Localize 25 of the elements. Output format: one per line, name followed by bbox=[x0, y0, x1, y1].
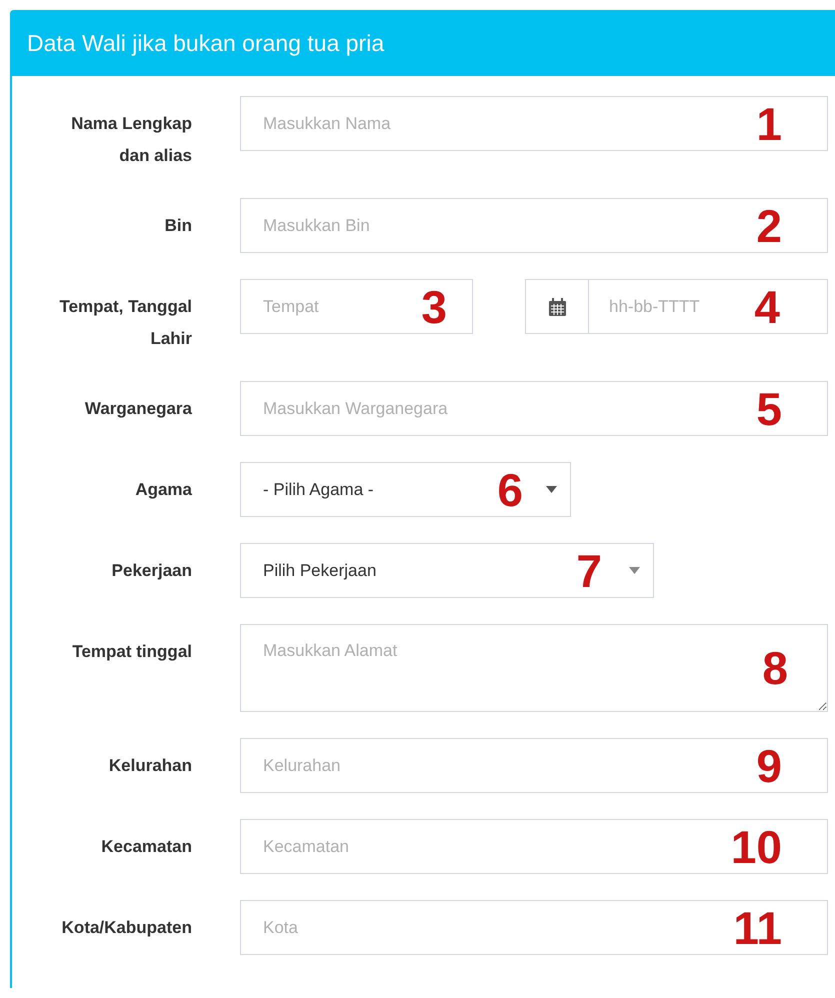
field-label: Kelurahan bbox=[108, 755, 192, 777]
annotation-number: 9 bbox=[756, 742, 782, 788]
field-label: Kecamatan bbox=[101, 836, 192, 858]
annotation-number: 11 bbox=[733, 904, 782, 950]
field-label: Bin bbox=[164, 215, 192, 237]
annotation-number: 5 bbox=[756, 386, 782, 432]
field-label: Tempat, Tanggal Lahir bbox=[58, 296, 192, 350]
field-label: Warganegara bbox=[84, 398, 192, 420]
annotation-number: 7 bbox=[576, 548, 602, 594]
annotation-number: 10 bbox=[730, 824, 782, 870]
field-label: Kota/Kabupaten bbox=[62, 917, 192, 939]
calendar-icon bbox=[548, 298, 566, 316]
field-label: Tempat tinggal bbox=[72, 641, 192, 663]
annotation-number: 2 bbox=[756, 202, 782, 248]
field-label: Agama bbox=[135, 479, 192, 501]
field-label: Nama Lengkap dan alias bbox=[70, 113, 192, 167]
caret-icon bbox=[546, 486, 557, 493]
annotation-number: 6 bbox=[497, 466, 523, 512]
panel-title: Data Wali jika bukan orang tua pria bbox=[10, 10, 835, 76]
annotation-number: 1 bbox=[756, 100, 782, 146]
annotation-number: 8 bbox=[762, 645, 788, 691]
annotation-number: 4 bbox=[754, 284, 780, 330]
annotation-number: 3 bbox=[421, 284, 447, 330]
caret-icon bbox=[629, 567, 640, 574]
field-label: Pekerjaan bbox=[112, 560, 192, 582]
